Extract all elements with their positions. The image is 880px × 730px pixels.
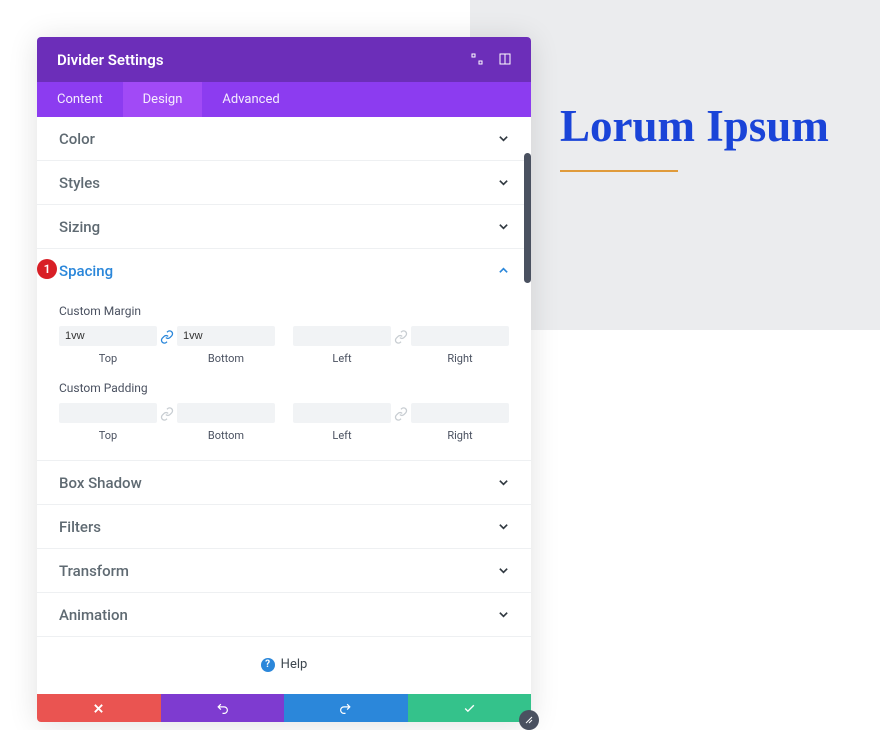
cancel-button[interactable] [37, 694, 161, 722]
padding-top-input[interactable] [59, 403, 157, 423]
padding-bottom-cell: Bottom [177, 403, 275, 442]
padding-bottom-input[interactable] [177, 403, 275, 423]
chevron-down-icon [498, 217, 509, 236]
margin-left-cell: Left [293, 326, 391, 365]
redo-button[interactable] [284, 694, 408, 722]
section-styles-title: Styles [59, 174, 100, 192]
label-bottom: Bottom [208, 429, 244, 442]
padding-pair-lr: Left Right [293, 403, 509, 442]
section-transform-header[interactable]: Transform [37, 549, 531, 592]
section-sizing-header[interactable]: Sizing [37, 205, 531, 248]
modal-body: Color Styles Sizing Spacing Custom Margi… [37, 117, 531, 694]
label-left: Left [332, 429, 351, 442]
padding-grid: Top Bottom Left [59, 403, 509, 442]
margin-grid: Top Bottom Left [59, 326, 509, 365]
section-color: Color [37, 117, 531, 161]
margin-bottom-input[interactable] [177, 326, 275, 346]
chevron-down-icon [498, 473, 509, 492]
preview-background [470, 0, 880, 330]
margin-right-cell: Right [411, 326, 509, 365]
margin-top-input[interactable] [59, 326, 157, 346]
section-spacing-title: Spacing [59, 262, 113, 280]
margin-left-input[interactable] [293, 326, 391, 346]
section-animation-title: Animation [59, 606, 128, 624]
chevron-down-icon [498, 561, 509, 580]
annotation-badge: 1 [37, 259, 57, 279]
section-boxshadow: Box Shadow [37, 461, 531, 505]
chevron-down-icon [498, 129, 509, 148]
label-bottom: Bottom [208, 352, 244, 365]
section-transform-title: Transform [59, 562, 129, 580]
header-actions [471, 50, 511, 69]
padding-top-cell: Top [59, 403, 157, 442]
settings-modal: Divider Settings Content Design Advanced… [37, 37, 531, 722]
section-animation: Animation [37, 593, 531, 637]
section-color-title: Color [59, 130, 95, 148]
snap-icon[interactable] [499, 50, 511, 69]
check-icon [463, 702, 476, 715]
redo-icon [339, 702, 352, 715]
label-left: Left [332, 352, 351, 365]
section-boxshadow-title: Box Shadow [59, 474, 142, 492]
label-right: Right [447, 352, 472, 365]
margin-top-cell: Top [59, 326, 157, 365]
section-sizing: Sizing [37, 205, 531, 249]
padding-left-input[interactable] [293, 403, 391, 423]
section-transform: Transform [37, 549, 531, 593]
chevron-down-icon [498, 173, 509, 192]
spacing-body: Custom Margin Top Bottom [37, 292, 531, 460]
undo-button[interactable] [161, 694, 285, 722]
tab-advanced[interactable]: Advanced [202, 82, 299, 117]
modal-title: Divider Settings [57, 51, 164, 69]
unlink-icon[interactable] [391, 407, 411, 421]
label-right: Right [447, 429, 472, 442]
close-icon [93, 703, 104, 714]
section-color-header[interactable]: Color [37, 117, 531, 160]
help-text: Help [281, 657, 308, 672]
chevron-down-icon [498, 517, 509, 536]
expand-icon[interactable] [471, 50, 483, 69]
tab-content[interactable]: Content [37, 82, 123, 117]
scrollbar-thumb[interactable] [524, 153, 531, 283]
margin-pair-lr: Left Right [293, 326, 509, 365]
section-styles: Styles [37, 161, 531, 205]
modal-footer [37, 694, 531, 722]
tab-bar: Content Design Advanced [37, 82, 531, 117]
section-styles-header[interactable]: Styles [37, 161, 531, 204]
padding-pair-tb: Top Bottom [59, 403, 275, 442]
custom-padding-label: Custom Padding [59, 381, 509, 395]
section-animation-header[interactable]: Animation [37, 593, 531, 636]
margin-right-input[interactable] [411, 326, 509, 346]
resize-handle[interactable] [519, 710, 539, 730]
preview-heading: Lorum Ipsum [560, 100, 829, 152]
resize-icon [524, 715, 534, 725]
padding-left-cell: Left [293, 403, 391, 442]
tab-design[interactable]: Design [123, 82, 203, 117]
chevron-down-icon [498, 605, 509, 624]
save-button[interactable] [408, 694, 532, 722]
help-link[interactable]: ? Help [37, 637, 531, 694]
padding-right-cell: Right [411, 403, 509, 442]
chevron-up-icon [498, 261, 509, 280]
custom-margin-label: Custom Margin [59, 304, 509, 318]
section-spacing-header[interactable]: Spacing [37, 249, 531, 292]
modal-header: Divider Settings [37, 37, 531, 82]
section-sizing-title: Sizing [59, 218, 100, 236]
section-boxshadow-header[interactable]: Box Shadow [37, 461, 531, 504]
margin-bottom-cell: Bottom [177, 326, 275, 365]
padding-right-input[interactable] [411, 403, 509, 423]
help-icon: ? [261, 658, 275, 672]
section-filters-header[interactable]: Filters [37, 505, 531, 548]
undo-icon [216, 702, 229, 715]
preview-divider-line [560, 170, 678, 172]
unlink-icon[interactable] [157, 407, 177, 421]
unlink-icon[interactable] [391, 330, 411, 344]
label-top: Top [99, 352, 117, 365]
label-top: Top [99, 429, 117, 442]
section-filters-title: Filters [59, 518, 101, 536]
section-filters: Filters [37, 505, 531, 549]
section-spacing: Spacing Custom Margin Top Bottom [37, 249, 531, 461]
margin-pair-tb: Top Bottom [59, 326, 275, 365]
link-icon[interactable] [157, 330, 177, 344]
